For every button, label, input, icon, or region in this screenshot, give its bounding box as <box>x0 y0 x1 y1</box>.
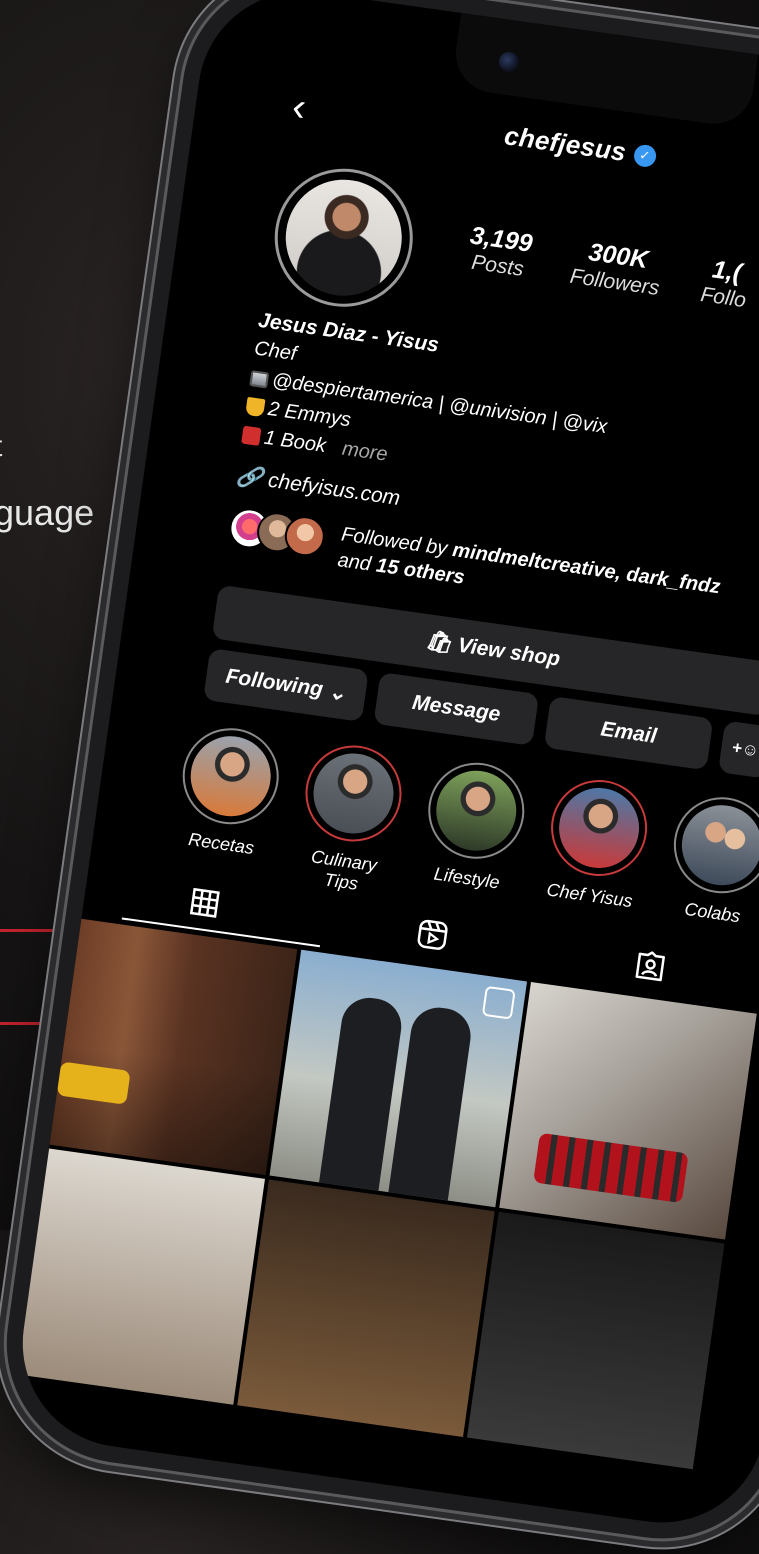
tagged-icon[interactable] <box>618 940 684 992</box>
highlight-ring <box>422 756 531 865</box>
highlight-item[interactable]: Culinary Tips <box>290 739 410 899</box>
reel-badge-icon <box>481 985 516 1020</box>
tv-icon <box>249 370 270 389</box>
highlight-ring <box>299 739 408 848</box>
bio-text: 1 Book <box>262 426 328 458</box>
link-icon: 🔗 <box>234 464 265 491</box>
message-button[interactable]: Message <box>373 672 540 746</box>
highlight-ring <box>544 773 654 883</box>
website-text: chefyisus.com <box>266 468 402 510</box>
profile-bio: Jesus Diaz - Yisus Chef @despiertamerica… <box>240 306 617 500</box>
taxi-shape <box>56 1061 131 1105</box>
website-link[interactable]: 🔗 chefyisus.com <box>235 464 402 511</box>
slide-text-fragment-1: t <box>0 430 2 464</box>
verified-badge-icon: ✓ <box>632 142 658 168</box>
post-thumbnail[interactable] <box>466 1211 725 1470</box>
profile-header: chefjesus ✓ <box>502 120 658 172</box>
post-thumbnail[interactable] <box>237 1179 495 1437</box>
highlight-cover <box>185 731 276 822</box>
highlight-label: Recetas <box>187 829 256 859</box>
grid-icon[interactable] <box>172 877 238 929</box>
highlight-cover <box>553 782 645 874</box>
highlight-label: Lifestyle <box>432 863 501 893</box>
back-arrow-icon[interactable]: ‹ <box>289 85 308 130</box>
profile-username: chefjesus <box>502 120 629 168</box>
silhouette-shape <box>388 1004 475 1201</box>
profile-avatar[interactable] <box>265 159 422 316</box>
reels-icon[interactable] <box>400 909 466 961</box>
stat-label: Follo <box>699 283 748 313</box>
followed-and: and <box>336 549 378 577</box>
profile-stats: 3,199 Posts 300K Followers 1,( Follo <box>465 221 752 313</box>
add-user-button[interactable]: +☺ <box>718 720 759 779</box>
highlight-item[interactable]: Colabs <box>658 791 759 951</box>
book-icon <box>241 425 262 446</box>
notch <box>450 12 759 129</box>
phone-screen: ‹ chefjesus ✓ 3,199 Posts 300K Followers… <box>9 0 759 1536</box>
following-button[interactable]: Following ⌄ <box>203 648 369 722</box>
trophy-icon <box>245 396 266 418</box>
mutual-avatars <box>226 505 328 559</box>
highlight-item[interactable]: Recetas <box>167 722 287 882</box>
following-label: Following <box>224 664 325 702</box>
stat-following[interactable]: 1,( Follo <box>699 254 751 313</box>
avatar-image <box>278 172 410 304</box>
shop-bag-icon: 🛍︎ <box>424 629 460 657</box>
highlight-label: Colabs <box>683 898 742 927</box>
slide-text-fragment-2: guage <box>0 492 95 533</box>
followed-names: mindmeltcreative, dark_fndz <box>451 539 722 599</box>
highlight-label: Chef Yisus <box>545 879 634 912</box>
highlight-cover <box>676 800 759 891</box>
front-camera <box>497 50 521 74</box>
stat-posts[interactable]: 3,199 Posts <box>465 221 534 282</box>
bio-more-link[interactable]: more <box>341 438 389 466</box>
email-button[interactable]: Email <box>543 696 714 771</box>
highlight-cover <box>431 765 522 856</box>
highlight-item[interactable]: Lifestyle <box>413 756 533 916</box>
dessert-tray-shape <box>533 1132 689 1204</box>
post-thumbnail[interactable] <box>269 949 528 1208</box>
highlight-item[interactable]: Chef Yisus <box>536 773 656 933</box>
highlight-ring <box>667 791 759 900</box>
post-thumbnail[interactable] <box>499 982 757 1240</box>
post-thumbnail[interactable] <box>9 1147 265 1405</box>
post-thumbnail[interactable] <box>39 917 298 1175</box>
phone-frame: ‹ chefjesus ✓ 3,199 Posts 300K Followers… <box>0 0 759 1554</box>
highlight-cover <box>308 748 399 839</box>
chevron-down-icon: ⌄ <box>321 678 348 705</box>
highlight-ring <box>176 722 285 831</box>
highlight-label: Culinary Tips <box>309 846 379 894</box>
view-shop-label: View shop <box>456 633 562 671</box>
stat-followers[interactable]: 300K Followers <box>568 236 664 301</box>
